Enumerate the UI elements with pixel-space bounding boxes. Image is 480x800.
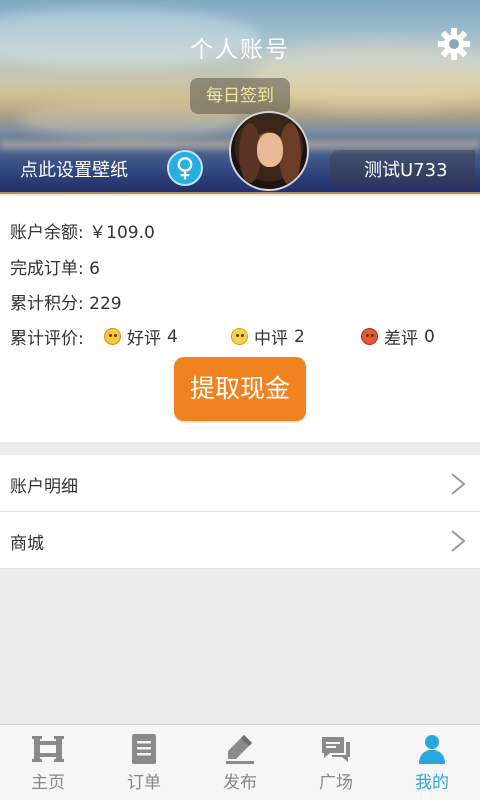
tab-home[interactable]: 主页 xyxy=(0,725,96,800)
menu-list: 账户明细 商城 xyxy=(0,455,480,569)
tab-profile-label: 我的 xyxy=(415,773,449,793)
profile-icon xyxy=(419,735,445,764)
tab-orders[interactable]: 订单 xyxy=(96,725,192,800)
tab-square-label: 广场 xyxy=(319,773,353,793)
tab-profile[interactable]: 我的 xyxy=(384,725,480,800)
menu-item-label: 账户明细 xyxy=(10,477,78,497)
square-chat-icon xyxy=(322,737,350,762)
orders-label: 完成订单: xyxy=(10,259,84,279)
tab-home-label: 主页 xyxy=(31,773,65,793)
orders-row: 完成订单: 6 xyxy=(10,254,100,279)
order-icon xyxy=(132,734,156,764)
tab-orders-label: 订单 xyxy=(127,773,161,793)
menu-item-mall[interactable]: 商城 xyxy=(0,512,480,569)
account-info-panel: 账户余额: ￥109.0 完成订单: 6 累计积分: 229 累计评价: 好评 … xyxy=(0,196,480,442)
points-label: 累计积分: xyxy=(10,294,84,314)
orders-value: 6 xyxy=(89,259,100,279)
home-icon xyxy=(32,736,64,762)
avatar-face xyxy=(257,133,283,167)
menu-item-label: 商城 xyxy=(10,534,44,554)
rating-good-label: 好评 xyxy=(127,329,161,349)
username-label: 测试U733 xyxy=(364,160,448,181)
tab-publish-label: 发布 xyxy=(223,773,257,793)
chevron-right-icon xyxy=(451,530,466,552)
balance-value: ￥109.0 xyxy=(89,223,155,243)
rating-label: 累计评价: xyxy=(10,329,84,349)
points-row: 累计积分: 229 xyxy=(10,289,122,314)
rating-neutral: 中评 2 xyxy=(231,324,305,349)
chevron-right-icon xyxy=(451,473,466,495)
withdraw-cash-button[interactable]: 提取现金 xyxy=(174,357,306,421)
rating-neutral-count: 2 xyxy=(294,326,305,347)
bottom-tab-bar: 主页 订单 发布 广场 我的 xyxy=(0,724,480,800)
publish-icon xyxy=(226,735,254,764)
rating-neutral-label: 中评 xyxy=(254,329,288,349)
rating-bad-count: 0 xyxy=(424,326,435,347)
rating-bad: 差评 0 xyxy=(361,324,435,349)
female-icon xyxy=(167,150,203,186)
tab-square[interactable]: 广场 xyxy=(288,725,384,800)
neutral-face-icon xyxy=(231,328,248,345)
angry-face-icon xyxy=(361,328,378,345)
user-avatar[interactable] xyxy=(229,111,309,191)
balance-label: 账户余额: xyxy=(10,223,84,243)
menu-item-account-details[interactable]: 账户明细 xyxy=(0,455,480,512)
set-wallpaper-link[interactable]: 点此设置壁纸 xyxy=(20,156,128,182)
balance-row: 账户余额: ￥109.0 xyxy=(10,218,155,243)
gear-icon[interactable] xyxy=(437,27,471,61)
tab-publish[interactable]: 发布 xyxy=(192,725,288,800)
daily-sign-in-button[interactable]: 每日签到 xyxy=(190,78,290,114)
happy-face-icon xyxy=(104,328,121,345)
rating-good-count: 4 xyxy=(167,326,178,347)
rating-bad-label: 差评 xyxy=(384,329,418,349)
points-value: 229 xyxy=(89,294,122,314)
rating-good: 好评 4 xyxy=(104,324,178,349)
page-title: 个人账号 xyxy=(190,37,290,63)
